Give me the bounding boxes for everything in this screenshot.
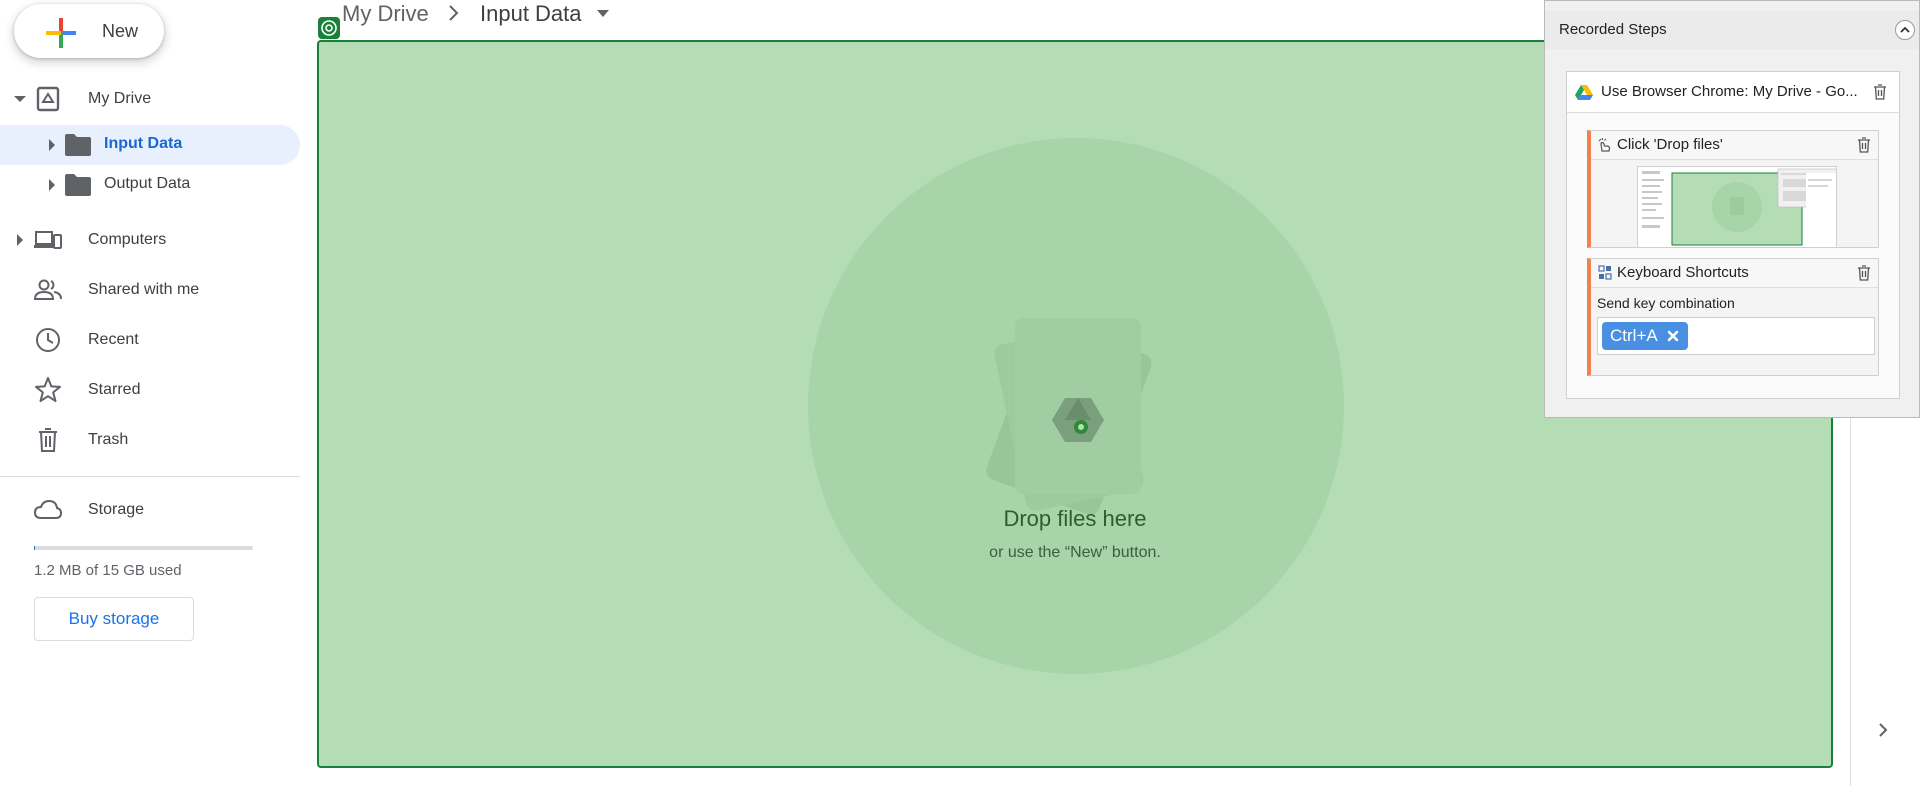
step-header: Keyboard Shortcuts [1591,259,1878,288]
sidebar-item-label: Recent [88,331,139,348]
sidebar-item-my-drive[interactable]: My Drive [0,79,300,119]
folder-icon [65,174,91,196]
folder-item-input-data[interactable]: Input Data [0,125,300,165]
step-title: Keyboard Shortcuts [1617,264,1749,281]
action-card-header: Use Browser Chrome: My Drive - Go... [1567,72,1899,113]
clock-icon [36,328,60,352]
sidebar-item-starred[interactable]: Starred [0,370,300,410]
folder-item-output-data[interactable]: Output Data [0,165,300,205]
dropdown-arrow-icon[interactable] [596,8,610,18]
target-marker-icon [318,17,340,39]
sidebar-item-shared[interactable]: Shared with me [0,270,300,310]
action-title: Use Browser Chrome: My Drive - Go... [1601,83,1858,100]
step-title: Click 'Drop files' [1617,136,1723,153]
drop-zone-subtitle: or use the “New” button. [989,544,1161,561]
folder-icon [65,134,91,156]
sidebar-divider [0,476,300,477]
computers-icon [34,231,62,249]
close-icon[interactable] [1666,329,1680,343]
breadcrumb-root[interactable]: My Drive [342,1,429,27]
step-header: Click 'Drop files' [1591,131,1878,160]
sidebar-item-label: Computers [88,231,167,248]
sidebar-item-label: My Drive [88,90,152,107]
cloud-icon [34,499,62,519]
buy-storage-button[interactable]: Buy storage [34,597,194,641]
sidebar-item-computers[interactable]: Computers [0,220,300,260]
delete-icon[interactable] [1857,137,1871,153]
plus-icon [46,18,76,48]
delete-icon[interactable] [1857,265,1871,281]
chevron-up-icon [1900,26,1910,33]
star-icon [35,377,61,402]
action-card[interactable]: Use Browser Chrome: My Drive - Go... Cli… [1566,71,1900,399]
chevron-right-icon[interactable] [1876,722,1890,738]
key-chip-label: Ctrl+A [1610,326,1658,345]
step-description: Send key combination [1597,295,1735,311]
sidebar-item-label: Shared with me [88,281,200,298]
collapse-button[interactable] [1895,20,1915,40]
key-combination-field[interactable]: Ctrl+A [1597,317,1875,355]
key-chip[interactable]: Ctrl+A [1602,322,1688,350]
sidebar-item-label: Storage [88,501,145,518]
folder-label: Output Data [104,175,191,192]
sidebar-item-label: Starred [88,381,141,398]
storage-progress-fill [34,546,36,550]
keyboard-shortcut-icon [1598,265,1612,280]
breadcrumb-current[interactable]: Input Data [480,1,582,27]
folder-label: Input Data [104,135,183,152]
delete-icon[interactable] [1873,84,1887,100]
sidebar: New My Drive Input Data Output Data Comp… [0,0,310,786]
new-button-label: New [102,21,139,41]
step-click-drop-files[interactable]: Click 'Drop files' [1587,130,1879,248]
step-screenshot-thumbnail[interactable] [1637,166,1837,248]
trash-icon [39,428,57,452]
sidebar-item-recent[interactable]: Recent [0,320,300,360]
recorded-steps-title: Recorded Steps [1559,21,1667,38]
recorded-steps-panel: Recorded Steps Use Browser Chrome: My Dr… [1544,0,1920,418]
sidebar-item-label: Trash [88,431,129,448]
screenshot-thumbnail-icon [1638,167,1836,247]
click-icon [1598,138,1611,152]
sidebar-item-storage[interactable]: Storage [0,490,300,530]
caret-right-icon[interactable] [44,137,60,153]
sidebar-item-trash[interactable]: Trash [0,420,300,460]
storage-progress-bar [34,546,253,550]
new-button[interactable]: New [14,4,164,58]
caret-down-icon[interactable] [12,91,28,107]
google-drive-icon [1575,85,1593,100]
drop-zone-title: Drop files here [1003,506,1147,531]
people-icon [34,279,62,300]
recorded-steps-header: Recorded Steps [1545,11,1919,49]
chevron-right-icon [449,5,459,21]
step-keyboard-shortcuts[interactable]: Keyboard Shortcuts Send key combination … [1587,258,1879,376]
caret-right-icon[interactable] [12,232,28,248]
drive-icon [36,86,60,112]
caret-right-icon[interactable] [44,177,60,193]
storage-used-text: 1.2 MB of 15 GB used [34,562,182,579]
